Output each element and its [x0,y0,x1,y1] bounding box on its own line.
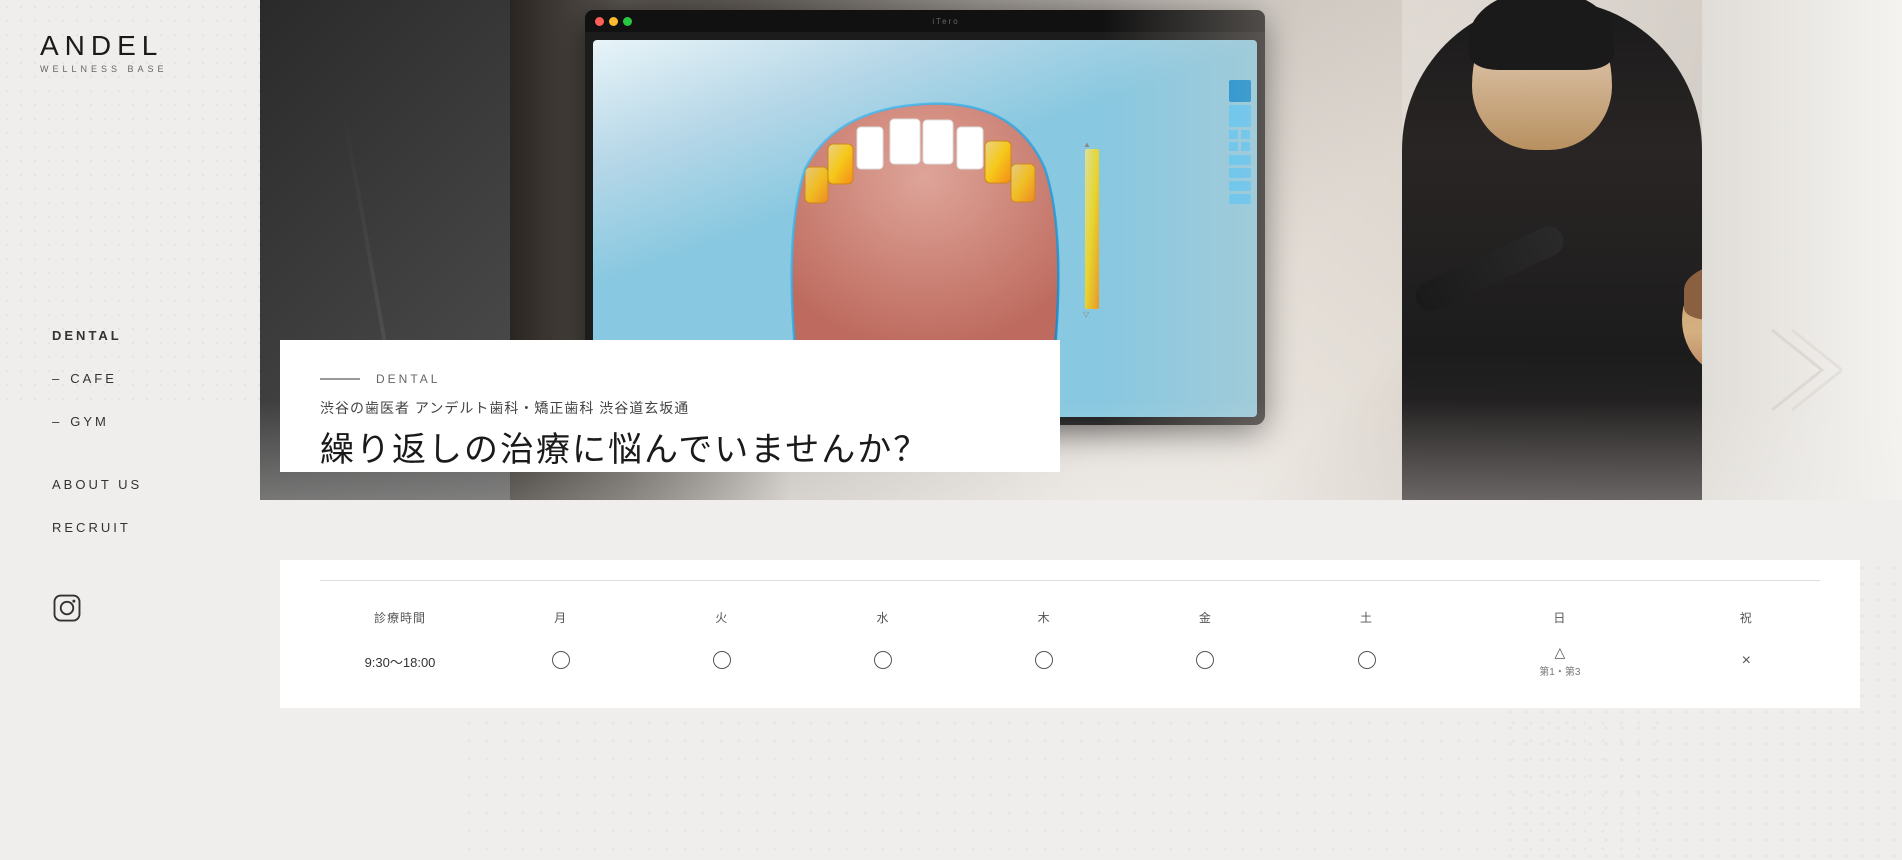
col-header-thu: 木 [964,601,1125,634]
nav-label-gym: GYM [70,414,109,429]
cell-mon [480,634,641,688]
maximize-btn [623,17,632,26]
right-cabinet [1702,0,1902,500]
nav-label-recruit: RECRUIT [52,520,131,535]
schedule-table: 診療時間 月 火 水 木 金 土 日 祝 9:30〜18:00 [320,601,1820,688]
col-header-time: 診療時間 [320,601,480,634]
instagram-icon [52,593,82,623]
logo-area: ANDEL WELLNESS BASE [0,30,260,74]
sun-note: 第1・第3 [1467,663,1652,678]
cell-hol: × [1673,634,1820,688]
nav-label-dental: DENTAL [52,328,122,343]
tooth-arch-container: ▲ ▽ [735,89,1115,369]
tooth-arch-svg: ▲ ▽ [735,89,1115,369]
col-header-hol: 祝 [1673,601,1820,634]
minimize-btn [609,17,618,26]
col-header-sun: 日 [1447,601,1672,634]
person-hair [1469,0,1614,70]
nav-menu: DENTAL – CAFE – GYM ABOUT US RECRUIT [0,114,260,628]
circle-sat [1358,651,1376,669]
circle-tue [713,651,731,669]
cell-time: 9:30〜18:00 [320,634,480,688]
cell-sun: △ 第1・第3 [1447,634,1672,688]
col-header-sat: 土 [1286,601,1447,634]
col-header-mon: 月 [480,601,641,634]
x-mark-hol: × [1742,652,1751,670]
nav-item-recruit[interactable]: RECRUIT [0,506,260,549]
nav-item-dental[interactable]: DENTAL [0,314,260,357]
col-header-wed: 水 [802,601,963,634]
arrow-decoration [1762,320,1842,425]
logo-subtitle: WELLNESS BASE [40,64,260,74]
schedule-section: 診療時間 月 火 水 木 金 土 日 祝 9:30〜18:00 [280,560,1860,708]
cell-fri [1125,634,1286,688]
schedule-row: 9:30〜18:00 △ 第1・第3 × [320,634,1820,688]
cell-thu [964,634,1125,688]
svg-text:▽: ▽ [1083,310,1090,319]
logo-text: ANDEL [40,30,260,62]
main-content: ViewSonic iTero [260,0,1902,860]
nav-dash-cafe: – [52,371,62,386]
content-panel: DENTAL 渋谷の歯医者 アンデルト歯科・矯正歯科 渋谷道玄坂通 繰り返しの治… [280,340,1060,472]
svg-text:▲: ▲ [1083,140,1091,149]
nav-item-about[interactable]: ABOUT US [0,463,260,506]
nav-item-cafe[interactable]: – CAFE [0,357,260,400]
col-header-fri: 金 [1125,601,1286,634]
schedule-divider [320,580,1820,581]
hero-subtitle: 渋谷の歯医者 アンデルト歯科・矯正歯科 渋谷道玄坂通 [320,398,1020,418]
instagram-link[interactable] [0,573,260,628]
col-header-tue: 火 [641,601,802,634]
circle-fri [1196,651,1214,669]
section-label: DENTAL [320,372,1020,386]
close-btn [595,17,604,26]
triangle-sun: △ [1554,644,1565,661]
circle-wed [874,651,892,669]
nav-label-cafe: CAFE [70,371,117,386]
nav-label-about: ABOUT US [52,477,142,492]
person-photo-area [1102,0,1902,500]
label-line [320,378,360,380]
schedule-header-row: 診療時間 月 火 水 木 金 土 日 祝 [320,601,1820,634]
hero-heading: 繰り返しの治療に悩んでいませんか？ [320,428,1020,472]
label-text: DENTAL [376,372,440,386]
circle-mon [552,651,570,669]
circle-thu [1035,651,1053,669]
sidebar: ANDEL WELLNESS BASE DENTAL – CAFE – GYM … [0,0,260,860]
nav-dash-gym: – [52,414,62,429]
cell-tue [641,634,802,688]
cell-wed [802,634,963,688]
cell-sat [1286,634,1447,688]
nav-item-gym[interactable]: – GYM [0,400,260,443]
